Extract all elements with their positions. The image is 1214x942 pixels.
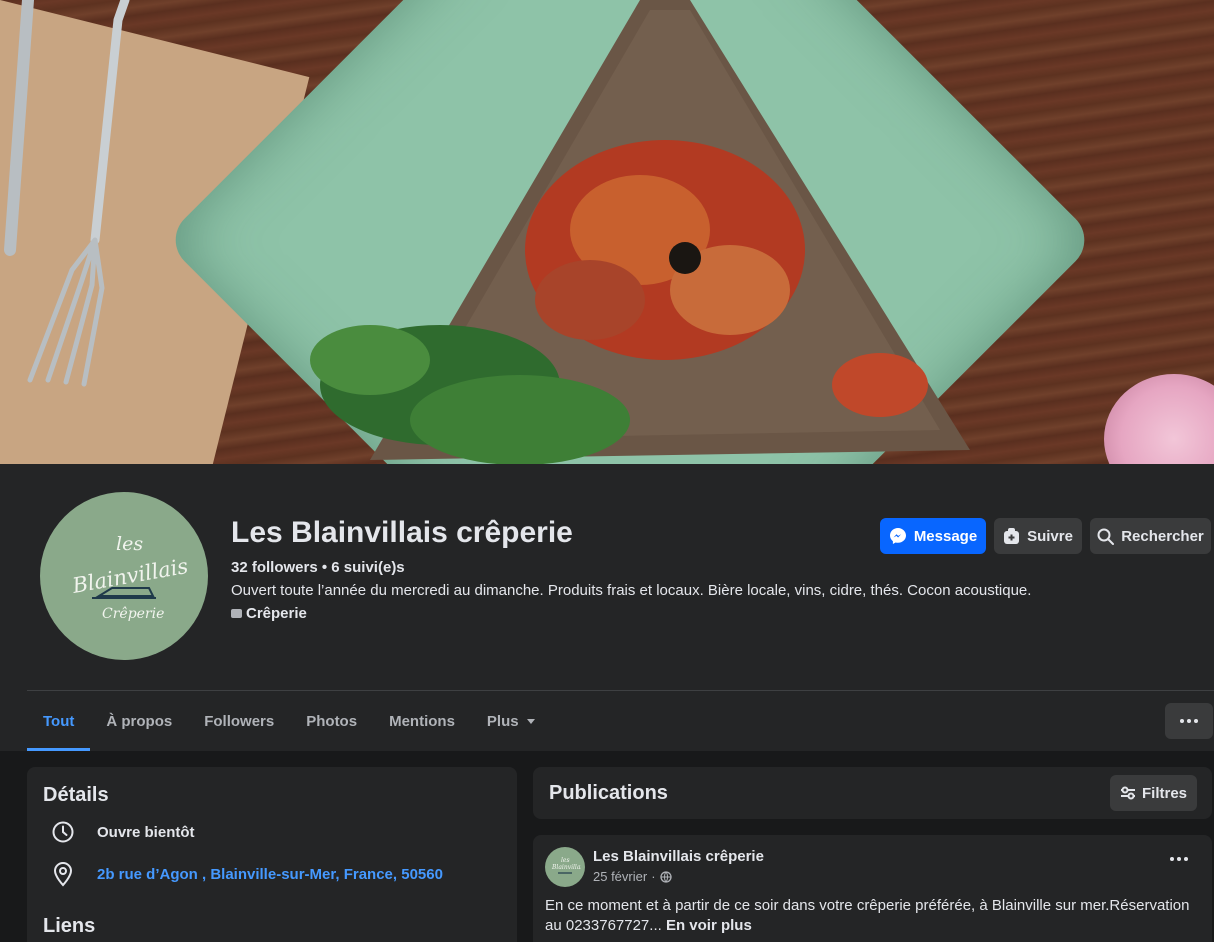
search-icon: [1097, 528, 1115, 545]
tab-plus[interactable]: Plus: [471, 691, 551, 751]
more-dot: [1187, 719, 1191, 723]
details-card: Détails Ouvre bientôt 2b rue d’Agon , Bl…: [27, 767, 517, 942]
location-pin-icon: [49, 861, 77, 887]
logo-line3: Crêperie: [102, 606, 164, 622]
post-author[interactable]: Les Blainvillais crêperie: [593, 848, 764, 865]
profile-picture[interactable]: les Blainvillais Crêperie: [40, 492, 208, 660]
post-more-button[interactable]: [1170, 857, 1188, 861]
more-options-button[interactable]: [1165, 703, 1213, 739]
tab-mentions[interactable]: Mentions: [373, 691, 471, 751]
logo-line2: Blainvillais: [551, 864, 581, 871]
tab-label: Tout: [43, 712, 75, 730]
logo-line2: Blainvillais: [70, 554, 191, 598]
follower-counts[interactable]: 32 followers • 6 suivi(e)s: [231, 559, 405, 576]
clock-icon: [49, 820, 77, 844]
meta-separator: ·: [651, 869, 656, 884]
tab-a-propos[interactable]: À propos: [90, 691, 188, 751]
post-text: En ce moment et à partir de ce soir dans…: [545, 896, 1205, 936]
creperie-logo-small: les Blainvillais: [551, 857, 581, 874]
category-label: Crêperie: [246, 605, 307, 622]
message-label: Message: [913, 527, 978, 545]
filter-icon: [1120, 786, 1135, 800]
messenger-icon: [889, 528, 906, 544]
hours-status: Ouvre bientôt: [97, 823, 195, 841]
filters-button[interactable]: Filtres: [1110, 775, 1197, 811]
post-date[interactable]: 25 février: [593, 869, 647, 884]
message-button[interactable]: Message: [880, 518, 986, 554]
address-row: 2b rue d’Agon , Blainville-sur-Mer, Fran…: [49, 861, 443, 887]
links-title: Liens: [43, 915, 96, 937]
more-dot: [1170, 857, 1174, 861]
category-icon: [231, 609, 242, 618]
tab-followers[interactable]: Followers: [188, 691, 290, 751]
post-avatar[interactable]: les Blainvillais: [545, 847, 585, 887]
address-link[interactable]: 2b rue d’Agon , Blainville-sur-Mer, Fran…: [97, 866, 443, 883]
details-title: Détails: [43, 784, 109, 806]
tab-label: Plus: [486, 712, 519, 730]
tab-label: Mentions: [389, 712, 455, 730]
more-dot: [1194, 719, 1198, 723]
tab-label: Followers: [204, 712, 275, 730]
tab-tout[interactable]: Tout: [27, 691, 91, 751]
logo-line1: les: [116, 533, 143, 555]
hours-row: Ouvre bientôt: [49, 820, 195, 844]
tab-photos[interactable]: Photos: [290, 691, 373, 751]
publications-title: Publications: [549, 782, 668, 804]
post-body: En ce moment et à partir de ce soir dans…: [545, 897, 1190, 934]
follow-icon: [1004, 527, 1020, 544]
post-meta: 25 février ·: [593, 869, 672, 884]
more-dot: [1177, 857, 1181, 861]
more-dot: [1184, 857, 1188, 861]
page-title: Les Blainvillais crêperie: [231, 516, 573, 549]
follow-label: Suivre: [1027, 527, 1073, 545]
logo-line1: les: [561, 857, 570, 864]
cover-crepe: [310, 0, 970, 464]
cover-photo[interactable]: [0, 0, 1214, 464]
caret-down-icon: [526, 718, 535, 724]
see-more-link[interactable]: En voir plus: [666, 917, 752, 934]
profile-tabs: Tout À propos Followers Photos Mentions …: [27, 691, 551, 751]
tab-label: Photos: [306, 712, 358, 730]
follow-button[interactable]: Suivre: [994, 518, 1082, 554]
more-dot: [1180, 719, 1184, 723]
search-button[interactable]: Rechercher: [1090, 518, 1211, 554]
search-label: Rechercher: [1121, 527, 1204, 545]
tab-label: À propos: [106, 712, 173, 730]
page-bio: Ouvert toute l’année du mercredi au dima…: [231, 582, 1032, 599]
filters-label: Filtres: [1141, 784, 1187, 802]
page-category: Crêperie: [231, 605, 307, 622]
globe-icon: [659, 870, 672, 883]
creperie-logo: les Blainvillais Crêperie: [70, 533, 191, 622]
